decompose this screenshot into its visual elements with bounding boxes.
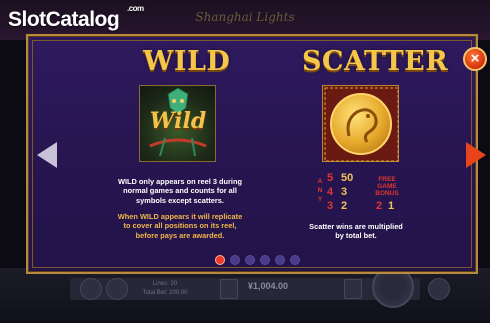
info-button[interactable] — [106, 278, 128, 300]
any-label: A N Y — [315, 177, 325, 204]
wild-description-2: When WILD appears it will replicate to c… — [95, 212, 265, 240]
page-dot[interactable] — [290, 255, 300, 265]
free-game-bonus-label: FREE GAME BONUS — [367, 176, 407, 197]
total-bet-text: Total Bet: 200.00 — [142, 290, 188, 296]
any-letter: N — [317, 187, 323, 194]
wild-desc-line: to cover all positions on its reel, — [123, 221, 237, 231]
watermark-slot: Slot — [8, 8, 46, 31]
payout-count: 3 — [327, 200, 334, 212]
bonus-label-line: BONUS — [375, 190, 399, 197]
watermark-logo: SlotCatalog .com — [8, 4, 144, 32]
lines-text: Lines: 20 — [152, 281, 178, 287]
payout-value: 3 — [341, 186, 348, 198]
scatter-symbol — [322, 85, 399, 162]
wild-symbol: Wild — [139, 85, 216, 162]
scatter-heading: SCATTER — [302, 46, 449, 77]
balance-display: ¥1,004.00 — [248, 281, 289, 291]
page-dot[interactable] — [230, 255, 240, 265]
scatter-desc-line: by total bet. — [335, 231, 377, 241]
wild-symbol-text: Wild — [149, 108, 207, 134]
wild-heading: WILD — [143, 46, 231, 77]
bet-minus-button[interactable] — [220, 279, 238, 299]
bonus-count: 2 — [376, 200, 383, 212]
turbo-button[interactable] — [428, 278, 450, 300]
page-dot-active[interactable] — [215, 255, 225, 265]
game-title: Shanghai Lights — [195, 10, 295, 24]
pagination — [215, 255, 300, 267]
bonus-label-line: GAME — [377, 183, 397, 190]
watermark-domain: .com — [127, 4, 144, 13]
wild-desc-line: WILD only appears on reel 3 during — [117, 177, 243, 186]
close-icon: × — [470, 50, 480, 67]
page-dot[interactable] — [275, 255, 285, 265]
payout-count: 5 — [327, 172, 334, 184]
bonus-value: 1 — [388, 200, 395, 212]
wild-desc-line: symbols except scatters. — [136, 195, 224, 205]
watermark-catalog: Catalog — [45, 8, 120, 31]
next-page-arrow-icon[interactable] — [466, 142, 486, 168]
wild-desc-line: normal games and counts for all — [123, 186, 237, 196]
wild-description-1: WILD only appears on reel 3 during norma… — [95, 177, 265, 205]
scatter-desc-line: Scatter wins are multiplied — [309, 222, 403, 231]
bet-info: Lines: 20 Total Bet: 200.00 — [130, 280, 200, 298]
close-button[interactable]: × — [463, 47, 487, 71]
dragon-icon — [346, 108, 378, 143]
wild-desc-line: When WILD appears it will replicate — [117, 212, 243, 221]
page-dot[interactable] — [260, 255, 270, 265]
payout-value: 50 — [341, 172, 354, 184]
scatter-description: Scatter wins are multiplied by total bet… — [286, 222, 426, 241]
bonus-label-line: FREE — [378, 176, 396, 183]
payout-value: 2 — [341, 200, 348, 212]
prev-page-arrow-icon[interactable] — [37, 142, 57, 168]
autoplay-button[interactable] — [344, 279, 362, 299]
wild-desc-line: before pays are awarded. — [135, 230, 225, 240]
settings-button[interactable] — [80, 278, 102, 300]
page-dot[interactable] — [245, 255, 255, 265]
payout-count: 4 — [327, 186, 334, 198]
any-letter: Y — [317, 196, 323, 203]
any-letter: A — [317, 178, 323, 185]
